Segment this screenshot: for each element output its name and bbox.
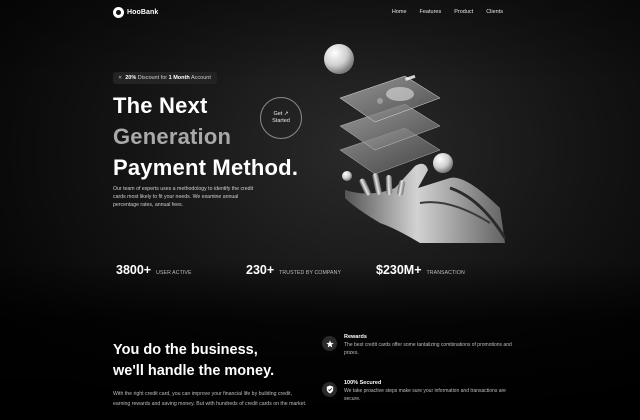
get-started-label-2: Started	[272, 118, 290, 124]
section-description: With the right credit card, you can impr…	[113, 391, 307, 407]
sphere-large	[324, 44, 354, 74]
get-started-button[interactable]: Get ↗ Started	[260, 97, 302, 139]
stats-row: 3800+ USER ACTIVE 230+ TRUSTED BY COMPAN…	[113, 263, 513, 279]
logo[interactable]: HooBank	[113, 7, 158, 18]
shield-check-icon	[322, 382, 337, 397]
section-title: You do the business, we'll handle the mo…	[113, 340, 274, 382]
stat-label: TRANSACTION	[426, 270, 465, 276]
discount-badge: ✕ 20% Discount for 1 Month Account	[113, 72, 217, 84]
stat-label: USER ACTIVE	[156, 270, 192, 276]
badge-text: 20% Discount for 1 Month Account	[125, 75, 211, 81]
hero-description: Our team of experts uses a methodology t…	[113, 186, 254, 209]
stat-transactions: $230M+ TRANSACTION	[376, 263, 465, 277]
nav-links: Home Features Product Clients	[392, 9, 503, 15]
stat-users: 3800+ USER ACTIVE	[116, 263, 192, 277]
sphere-medium	[433, 153, 453, 173]
logo-icon	[113, 7, 124, 18]
feature-description: The best credit cards offer some tantali…	[344, 342, 512, 356]
feature-title: 100% Secured	[344, 380, 382, 386]
nav-link-features[interactable]: Features	[420, 9, 442, 15]
stat-companies: 230+ TRUSTED BY COMPANY	[246, 263, 341, 277]
star-icon	[322, 336, 337, 351]
nav-link-product[interactable]: Product	[454, 9, 473, 15]
card-hologram	[386, 87, 414, 101]
navbar: HooBank Home Features Product Clients	[0, 0, 640, 26]
nav-link-home[interactable]: Home	[392, 9, 407, 15]
landing-page: HooBank Home Features Product Clients ✕ …	[0, 0, 640, 420]
feature-title: Rewards	[344, 334, 367, 340]
hero-illustration	[324, 44, 507, 243]
robot-hand-icon	[345, 163, 507, 243]
sphere-small	[342, 171, 352, 181]
stat-label: TRUSTED BY COMPANY	[279, 270, 342, 276]
stat-value: 230+	[246, 263, 275, 277]
feature-description: We take proactive steps make sure your i…	[344, 388, 506, 402]
stat-value: 3800+	[116, 263, 152, 277]
section-title-line-2: we'll handle the money.	[113, 363, 275, 379]
hero-title-line-3: Payment Method.	[113, 155, 299, 180]
card-top	[339, 75, 441, 123]
get-started-label-1: Get ↗	[273, 111, 289, 117]
logo-text: HooBank	[127, 9, 159, 16]
nav-link-clients[interactable]: Clients	[486, 9, 503, 15]
percent-icon: ✕	[118, 75, 123, 81]
section-title-line-1: You do the business,	[113, 342, 258, 358]
stat-value: $230M+	[376, 263, 422, 277]
